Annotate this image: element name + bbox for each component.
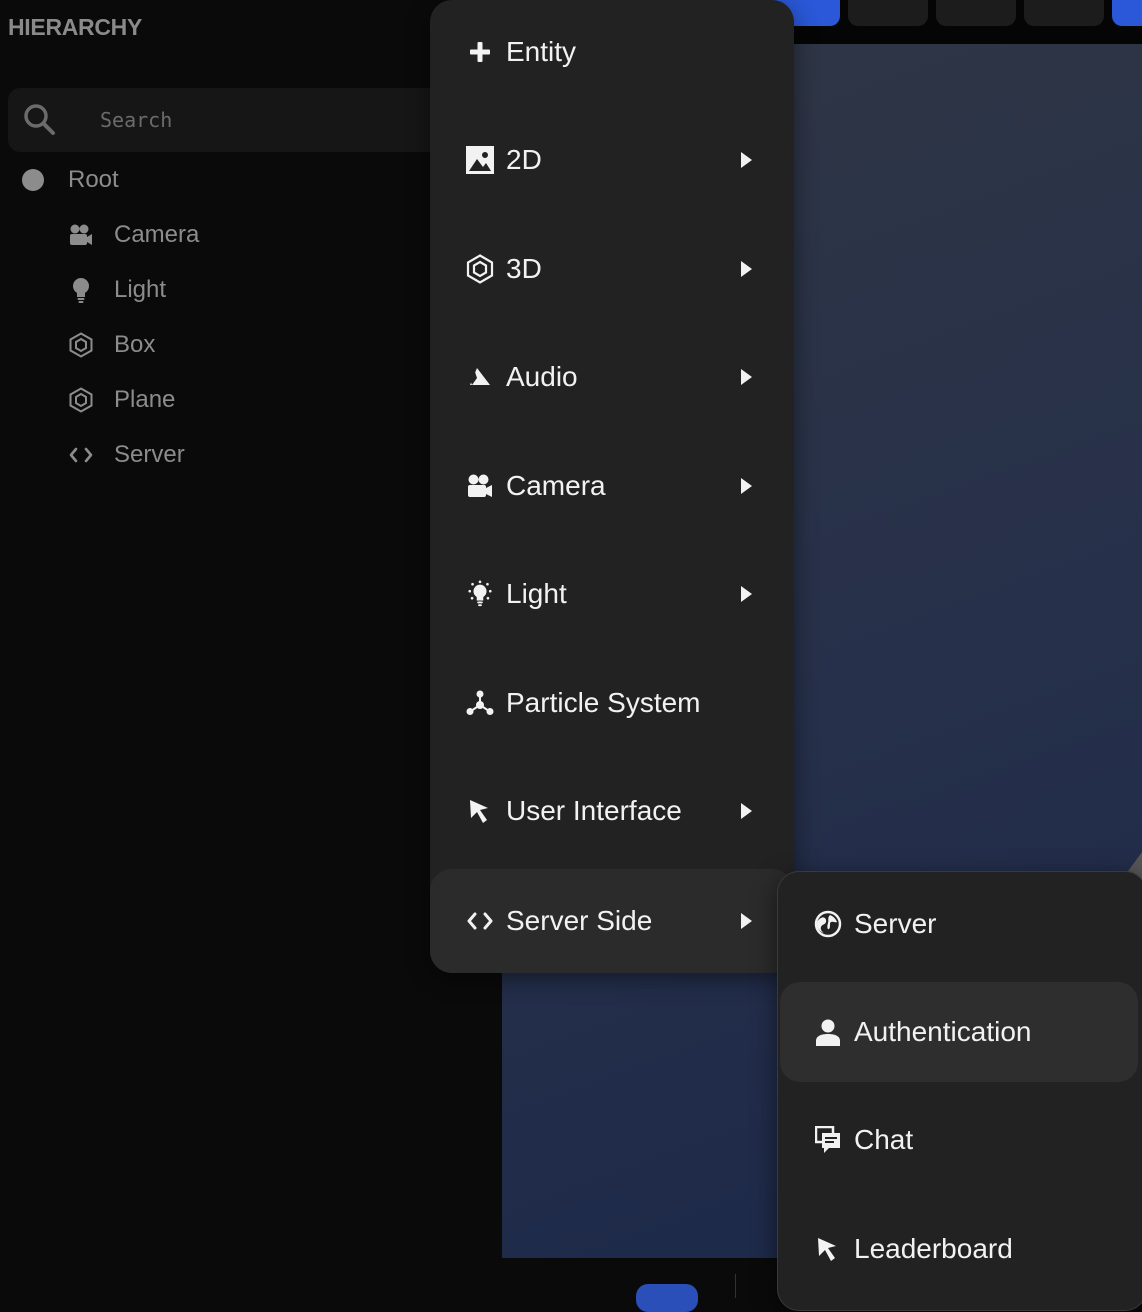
- menu-item-label: 3D: [506, 253, 542, 284]
- tree-item-label: Server: [114, 441, 185, 468]
- globe-icon: [814, 910, 842, 938]
- panel-title: HIERARCHY: [8, 14, 143, 40]
- particles-icon: [466, 689, 494, 717]
- submenu-item-label: Authentication: [854, 1016, 1032, 1047]
- lightbulb-icon: [68, 277, 94, 303]
- search-input[interactable]: [98, 102, 478, 138]
- menu-item-label: 2D: [506, 144, 542, 175]
- tree-item-label: Plane: [114, 386, 176, 413]
- submenu-item-label: Server: [854, 908, 937, 939]
- menu-item-label: Entity: [506, 36, 577, 67]
- submenu-item-label: Leaderboard: [854, 1233, 1013, 1264]
- menu-item-audio[interactable]: Audio: [430, 325, 794, 429]
- submenu-item-chat[interactable]: Chat: [780, 1090, 1138, 1190]
- code-icon: [466, 907, 494, 935]
- hexagon-icon: [68, 332, 94, 358]
- add-entity-menu: Entity 2D 3D Audio Camera Light Particle…: [430, 0, 794, 973]
- tree-item-label: Box: [114, 331, 156, 358]
- submenu-arrow-icon: [741, 586, 752, 602]
- submenu-arrow-icon: [741, 261, 752, 277]
- submenu-item-server[interactable]: Server: [780, 874, 1138, 974]
- tree-item-label: Camera: [114, 221, 200, 248]
- toolbar-primary-button[interactable]: [1112, 0, 1142, 26]
- menu-item-label: Server Side: [506, 905, 653, 936]
- tree-item-label: Root: [68, 166, 119, 193]
- divider: [735, 1274, 736, 1298]
- user-icon: [814, 1018, 842, 1046]
- toolbar-button[interactable]: [936, 0, 1016, 26]
- toolbar-button[interactable]: [848, 0, 928, 26]
- menu-item-entity[interactable]: Entity: [430, 0, 794, 104]
- hierarchy-panel: HIERARCHY Root Camera: [0, 0, 502, 1298]
- tree-item-box[interactable]: Box: [68, 325, 155, 365]
- camera-icon: [68, 222, 94, 248]
- code-icon: [68, 442, 94, 468]
- submenu-item-leaderboard[interactable]: Leaderboard: [780, 1199, 1138, 1299]
- toolbar-button[interactable]: [1024, 0, 1104, 26]
- tree-item-root[interactable]: Root: [20, 160, 119, 200]
- cursor-arrow-icon: [814, 1235, 842, 1263]
- tree-item-label: Light: [114, 276, 167, 303]
- menu-item-light[interactable]: Light: [430, 542, 794, 646]
- menu-item-label: Audio: [506, 361, 578, 392]
- tree-item-plane[interactable]: Plane: [68, 380, 175, 420]
- search-icon: [24, 104, 55, 135]
- submenu-item-label: Chat: [854, 1124, 914, 1155]
- server-side-submenu: Server Authentication Chat Leaderboard: [777, 871, 1142, 1311]
- camera-icon: [466, 472, 494, 500]
- root-node-icon: [22, 169, 44, 191]
- submenu-arrow-icon: [741, 913, 752, 929]
- hexagon-icon: [466, 254, 494, 284]
- submenu-arrow-icon: [741, 478, 752, 494]
- submenu-arrow-icon: [741, 803, 752, 819]
- lightbulb-icon: [466, 580, 494, 608]
- menu-item-camera[interactable]: Camera: [430, 434, 794, 538]
- plus-icon: [466, 38, 494, 66]
- menu-item-label: User Interface: [506, 795, 682, 826]
- menu-item-2d[interactable]: 2D: [430, 108, 794, 212]
- menu-item-particle-system[interactable]: Particle System: [430, 651, 794, 755]
- submenu-arrow-icon: [741, 369, 752, 385]
- tree-item-server[interactable]: Server: [68, 435, 185, 475]
- tree-item-camera[interactable]: Camera: [68, 215, 199, 255]
- bottom-toolbar-button[interactable]: [636, 1284, 698, 1312]
- image-icon: [466, 146, 494, 174]
- menu-item-server-side[interactable]: Server Side: [430, 869, 794, 973]
- cursor-arrow-icon: [466, 797, 494, 825]
- chat-icon: [814, 1126, 842, 1154]
- menu-item-label: Camera: [506, 470, 606, 501]
- audio-cone-icon: [466, 363, 494, 391]
- menu-item-3d[interactable]: 3D: [430, 217, 794, 321]
- tree-item-light[interactable]: Light: [68, 270, 166, 310]
- hexagon-icon: [68, 387, 94, 413]
- menu-item-label: Light: [506, 578, 567, 609]
- search-box[interactable]: [8, 88, 488, 152]
- menu-item-label: Particle System: [506, 687, 701, 718]
- submenu-item-authentication[interactable]: Authentication: [780, 982, 1138, 1082]
- submenu-arrow-icon: [741, 152, 752, 168]
- menu-item-user-interface[interactable]: User Interface: [430, 759, 794, 863]
